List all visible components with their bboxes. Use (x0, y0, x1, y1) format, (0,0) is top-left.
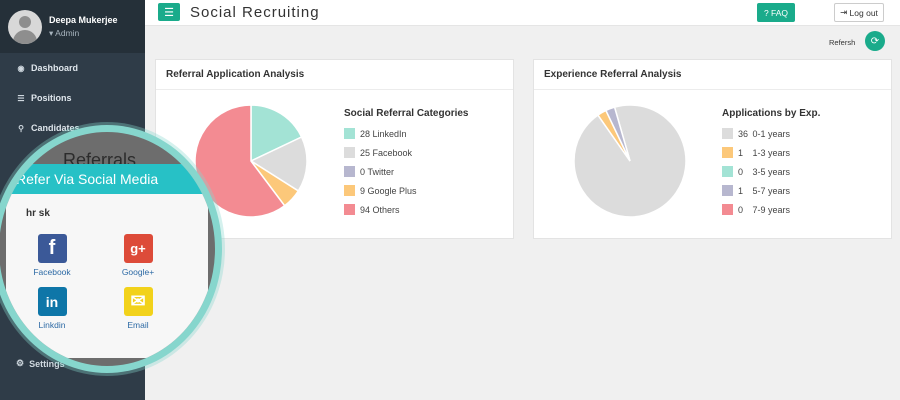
google-plus-icon: g+ (123, 234, 153, 263)
sidebar-item-dashboard[interactable]: ◉ Dashboard (0, 53, 145, 83)
profile-block: Deepa Mukerjee ▾ Admin (0, 0, 145, 53)
legend-swatch (722, 166, 733, 177)
refer-social-title: Refer Via Social Media (6, 164, 208, 194)
legend-swatch (722, 204, 733, 215)
refresh-icon: ⟳ (870, 35, 880, 47)
legend-item-linkedin: 28 LinkedIn (344, 124, 469, 143)
legend-title: Applications by Exp. (722, 108, 821, 119)
logout-icon: ⇥ (840, 7, 850, 17)
refresh-label: Refersh (829, 38, 856, 47)
referral-legend: Social Referral Categories 28 LinkedIn 2… (344, 108, 469, 219)
share-linkedin-button[interactable]: in Linkdin (22, 287, 82, 330)
faq-button[interactable]: ? FAQ (757, 3, 795, 22)
linkedin-icon: in (37, 287, 67, 316)
legend-item-twitter: 0 Twitter (344, 162, 469, 181)
hamburger-icon: ☰ (164, 6, 174, 19)
legend-item-7-9-years: 0 7-9 years (722, 200, 820, 219)
legend-item-google-plus: 9 Google Plus (344, 181, 469, 200)
profile-name: Deepa Mukerjee (49, 14, 118, 25)
avatar[interactable] (8, 9, 42, 44)
legend-item-3-5-years: 0 3-5 years (722, 162, 820, 181)
page-title: Social Recruiting (190, 4, 320, 21)
legend-item-others: 94 Others (344, 200, 469, 219)
share-email-button[interactable]: ✉ Email (108, 287, 168, 330)
panel-title: Experience Referral Analysis (534, 60, 891, 90)
top-header: ☰ Social Recruiting ? FAQ ⇥ Log out (145, 0, 900, 26)
dashboard-icon: ◉ (17, 63, 25, 73)
legend-item-0-1-years: 36 0-1 years (722, 124, 820, 143)
legend-swatch (722, 128, 733, 139)
share-google-plus-button[interactable]: g+ Google+ (108, 234, 168, 277)
legend-title: Social Referral Categories (344, 108, 469, 119)
refer-user-name: hr sk (26, 208, 50, 219)
legend-swatch (344, 185, 355, 196)
list-icon: ☰ (17, 93, 25, 103)
legend-swatch (344, 204, 355, 215)
experience-analysis-panel: Experience Referral Analysis Application… (533, 59, 892, 239)
refresh-button[interactable]: ⟳ (865, 31, 885, 51)
legend-swatch (344, 128, 355, 139)
search-icon: ⚲ (18, 123, 24, 133)
email-icon: ✉ (123, 287, 153, 316)
legend-swatch (722, 185, 733, 196)
experience-pie-chart (573, 104, 687, 218)
logout-button[interactable]: ⇥ Log out (834, 3, 884, 22)
panel-title: Referral Application Analysis (156, 60, 513, 90)
question-icon: ? (763, 7, 772, 18)
profile-role-dropdown[interactable]: ▾ Admin (49, 28, 118, 39)
sidebar-item-positions[interactable]: ☰ Positions (0, 83, 145, 113)
legend-swatch (722, 147, 733, 158)
experience-legend: Applications by Exp. 36 0-1 years 1 1-3 … (722, 108, 820, 219)
facebook-icon: f (37, 234, 67, 263)
share-facebook-button[interactable]: f Facebook (22, 234, 82, 277)
magnifier-overlay: Referrals Refer Via Social Media hr sk f… (0, 125, 222, 373)
legend-item-5-7-years: 1 5-7 years (722, 181, 820, 200)
legend-item-1-3-years: 1 1-3 years (722, 143, 820, 162)
refer-social-card: Refer Via Social Media hr sk f Facebook … (6, 164, 208, 358)
menu-toggle-button[interactable]: ☰ (158, 3, 180, 21)
legend-swatch (344, 166, 355, 177)
legend-swatch (344, 147, 355, 158)
legend-item-facebook: 25 Facebook (344, 143, 469, 162)
gear-icon: ⚙ (16, 358, 25, 368)
